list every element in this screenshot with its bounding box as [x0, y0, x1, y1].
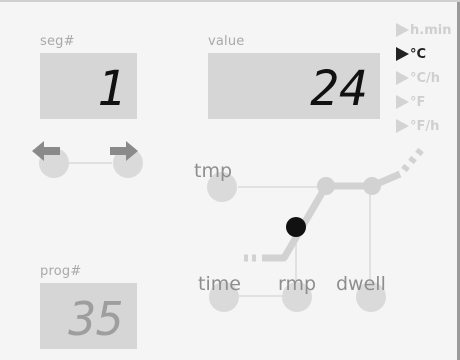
profile-end-dash-3 [415, 147, 424, 157]
dwell-end-node [363, 177, 381, 195]
program-value: 35 [68, 292, 124, 346]
rmp-label: rmp [278, 273, 317, 295]
dwell-label: dwell [336, 273, 386, 295]
profile-end-dash-1 [401, 163, 410, 173]
current-position-marker [286, 217, 306, 237]
program-digits: 35 [68, 292, 124, 346]
program-display: 35 [40, 283, 137, 349]
ramp-end-node [317, 177, 335, 195]
profile-end-dash-2 [408, 155, 417, 165]
program-label: prog# [40, 264, 82, 279]
tmp-label: tmp [194, 160, 233, 182]
time-label: time [198, 273, 241, 295]
